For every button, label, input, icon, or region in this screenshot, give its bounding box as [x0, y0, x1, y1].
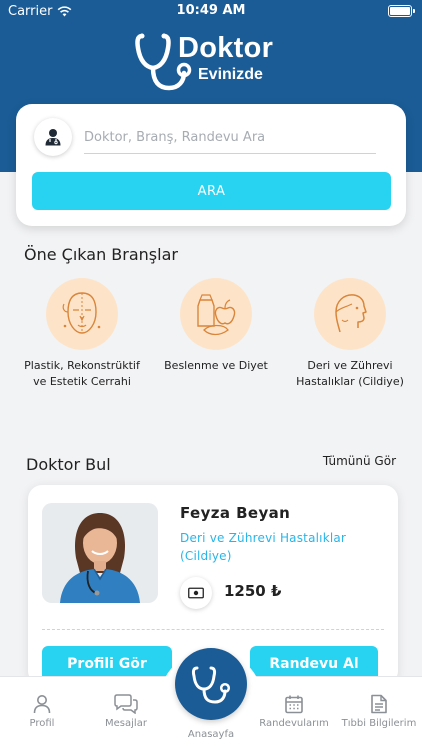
branch-item-dermatology[interactable]: Deri ve Zührevi Hastalıklar (Cildiye) — [280, 278, 420, 390]
chat-bubbles-icon — [84, 693, 168, 715]
tab-messages-label: Mesajlar — [105, 718, 147, 729]
tab-medical-info-label: Tıbbi Bilgilerim — [341, 718, 417, 729]
see-all-link[interactable]: Tümünü Gör — [323, 454, 396, 468]
branch-label-line1: Deri ve Zührevi — [307, 359, 393, 372]
doctor-photo — [42, 503, 158, 603]
doctor-specialty: Deri ve Zührevi Hastalıklar (Cildiye) — [180, 531, 347, 563]
featured-branches-title: Öne Çıkan Branşlar — [24, 245, 178, 264]
find-doctor-title: Doktor Bul — [26, 455, 111, 474]
branch-label: Beslenme ve Diyet — [146, 358, 286, 374]
stethoscope-icon — [191, 666, 231, 704]
branch-label-line2: Hastalıklar (Cildiye) — [296, 375, 404, 388]
tab-messages[interactable]: Mesajlar — [84, 693, 168, 729]
doctor-user-icon — [45, 129, 61, 146]
branch-item-plastic-surgery[interactable]: Plastik, Rekonstrüktif ve Estetik Cerrah… — [12, 278, 152, 390]
branch-label-line1: Plastik, Rekonstrüktif — [24, 359, 140, 372]
branch-label-line1: Beslenme ve Diyet — [164, 359, 268, 372]
money-icon — [180, 577, 212, 609]
screen: Carrier 10:49 AM Doktor Evinizde Doktor,… — [0, 0, 422, 750]
banknote-icon — [188, 587, 204, 599]
search-input[interactable] — [84, 122, 376, 154]
branch-label: Deri ve Zührevi Hastalıklar (Cildiye) — [280, 358, 420, 390]
user-icon — [0, 693, 84, 715]
search-button[interactable]: ARA — [32, 172, 391, 210]
tab-medical-info[interactable]: Tıbbi Bilgilerim — [336, 693, 422, 729]
nutrition-icon — [197, 294, 236, 336]
tab-appointments-label: Randevularım — [259, 718, 329, 729]
branch-icon-circle — [314, 278, 386, 350]
clock: 10:49 AM — [176, 3, 246, 18]
status-bar: Carrier 10:49 AM — [0, 0, 422, 24]
tab-appointments[interactable]: Randevularım — [252, 693, 336, 729]
face-surgery-icon — [62, 292, 101, 334]
document-icon — [336, 693, 422, 715]
skin-profile-icon — [335, 294, 367, 333]
calendar-icon — [252, 693, 336, 715]
doctor-name: Feyza Beyan — [180, 504, 291, 522]
tab-home-label: Anasayfa — [187, 729, 235, 740]
brand-subtitle: Evinizde — [198, 66, 263, 83]
doctor-price: 1250 ₺ — [224, 582, 282, 600]
tab-profile-label: Profil — [29, 718, 55, 729]
branch-icon-circle — [46, 278, 118, 350]
tab-profile[interactable]: Profil — [0, 693, 84, 729]
card-divider — [42, 629, 384, 630]
branch-icon-circle — [180, 278, 252, 350]
battery-icon — [388, 5, 415, 17]
user-avatar-button[interactable] — [34, 118, 72, 156]
branch-label-line2: ve Estetik Cerrahi — [33, 375, 131, 388]
doctor-portrait-image — [42, 503, 158, 603]
brand-logo: Doktor Evinizde — [134, 28, 294, 94]
branch-label: Plastik, Rekonstrüktif ve Estetik Cerrah… — [12, 358, 152, 390]
branch-item-nutrition[interactable]: Beslenme ve Diyet — [146, 278, 286, 374]
tab-home-button[interactable] — [175, 648, 247, 720]
search-card: ARA — [16, 104, 406, 226]
brand-title: Doktor — [178, 32, 274, 64]
